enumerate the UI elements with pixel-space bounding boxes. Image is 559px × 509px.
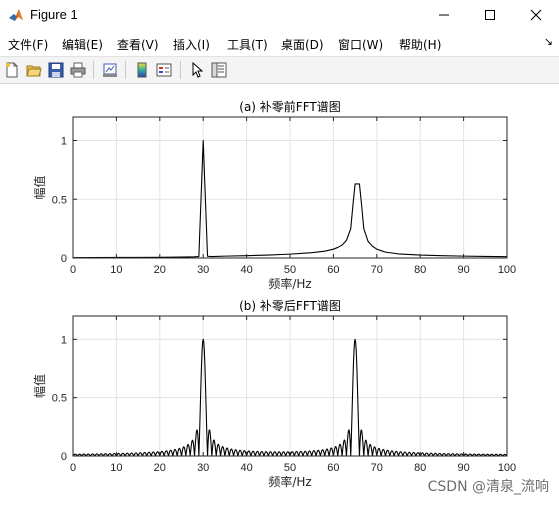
- close-icon: [530, 9, 542, 21]
- x-tick-label: 90: [457, 264, 469, 276]
- new-figure-button[interactable]: [2, 60, 22, 80]
- menu-bar: 文件(F) 编辑(E) 查看(V) 插入(I) 工具(T) 桌面(D) 窗口(W…: [0, 32, 559, 54]
- x-tick-label: 100: [498, 264, 516, 276]
- y-axis-label: 幅值: [32, 175, 47, 199]
- x-tick-label: 10: [110, 264, 122, 276]
- matlab-logo-icon: [8, 7, 24, 23]
- legend-button[interactable]: [154, 60, 174, 80]
- x-tick-label: 0: [70, 462, 76, 474]
- maximize-icon: [485, 10, 495, 20]
- print-button[interactable]: [68, 60, 88, 80]
- colorbar-icon: [137, 62, 147, 78]
- edit-plot-button[interactable]: [187, 60, 207, 80]
- menu-desktop[interactable]: 桌面(D): [281, 36, 324, 53]
- x-tick-label: 10: [110, 462, 122, 474]
- x-tick-label: 50: [284, 264, 296, 276]
- close-button[interactable]: [513, 0, 559, 30]
- x-tick-label: 50: [284, 462, 296, 474]
- x-tick-label: 70: [371, 462, 383, 474]
- y-tick-label: 0.5: [52, 194, 67, 206]
- save-icon: [48, 62, 64, 78]
- toolbar-separator: [180, 61, 181, 79]
- legend-icon: [156, 63, 172, 77]
- property-inspector-button[interactable]: [209, 60, 229, 80]
- chart-title: (a) 补零前FFT谱图: [239, 99, 340, 114]
- x-tick-label: 40: [240, 462, 252, 474]
- y-axis-label: 幅值: [32, 374, 47, 398]
- x-tick-label: 80: [414, 462, 426, 474]
- y-tick-label: 0.5: [52, 393, 67, 405]
- link-plot-icon: [103, 63, 117, 77]
- x-tick-label: 60: [327, 264, 339, 276]
- minimize-button[interactable]: [421, 0, 467, 30]
- x-tick-label: 80: [414, 264, 426, 276]
- open-file-icon: [26, 65, 42, 77]
- menu-help[interactable]: 帮助(H): [399, 36, 441, 53]
- x-axis-label: 频率/Hz: [268, 276, 311, 291]
- menu-insert[interactable]: 插入(I): [173, 36, 210, 53]
- x-tick-label: 40: [240, 264, 252, 276]
- x-tick-label: 60: [327, 462, 339, 474]
- title-bar: Figure 1: [0, 0, 559, 30]
- chart-title: (b) 补零后FFT谱图: [239, 299, 341, 313]
- menu-window[interactable]: 窗口(W): [338, 36, 383, 53]
- watermark: CSDN @清泉_流响: [427, 479, 549, 495]
- print-icon: [70, 62, 86, 78]
- menu-file[interactable]: 文件(F): [8, 36, 48, 53]
- x-tick-label: 30: [197, 462, 209, 474]
- x-tick-label: 90: [457, 462, 469, 474]
- minimize-icon: [439, 14, 449, 16]
- toolbar-separator: [125, 61, 126, 79]
- x-tick-label: 20: [154, 462, 166, 474]
- x-tick-label: 70: [371, 264, 383, 276]
- subplot-b: 0 10 20 30 40 50 60 70 80 90 100 0 0.5 1 (b) 补零后FFT谱图频…: [32, 299, 516, 489]
- link-plot-button[interactable]: [100, 60, 120, 80]
- figure-canvas: 0 10 20 30 40 50 60 70 80 90 100 0 0.5 1 (a) 补零前FFT谱图频…: [0, 84, 559, 504]
- edit-plot-icon: [192, 62, 204, 78]
- subplot-a: 0 10 20 30 40 50 60 70 80 90 100 0 0.5 1 (a) 补零前FFT谱图频…: [32, 99, 516, 291]
- x-tick-label: 100: [498, 462, 516, 474]
- y-tick-label: 0: [61, 451, 67, 463]
- figure-plots: 0 10 20 30 40 50 60 70 80 90 10000.51(a) 补零前FFT谱图频…: [32, 99, 516, 489]
- open-file-button[interactable]: [24, 60, 44, 80]
- y-tick-label: 1: [61, 136, 67, 148]
- new-figure-icon: [6, 62, 18, 78]
- window-title: Figure 1: [30, 7, 78, 22]
- property-inspector-icon: [211, 62, 227, 78]
- menu-tools[interactable]: 工具(T): [227, 36, 268, 53]
- menu-edit[interactable]: 编辑(E): [62, 36, 103, 53]
- x-tick-label: 30: [197, 264, 209, 276]
- x-tick-label: 20: [154, 264, 166, 276]
- x-axis-label: 频率/Hz: [268, 474, 311, 489]
- maximize-button[interactable]: [467, 0, 513, 30]
- colorbar-button[interactable]: [132, 60, 152, 80]
- y-tick-label: 1: [61, 334, 67, 346]
- dock-arrow-icon[interactable]: ↘: [544, 35, 553, 48]
- toolbar: [0, 56, 559, 84]
- y-tick-label: 0: [61, 253, 67, 265]
- x-tick-label: 0: [70, 264, 76, 276]
- save-button[interactable]: [46, 60, 66, 80]
- menu-view[interactable]: 查看(V): [117, 36, 159, 53]
- toolbar-separator: [93, 61, 94, 79]
